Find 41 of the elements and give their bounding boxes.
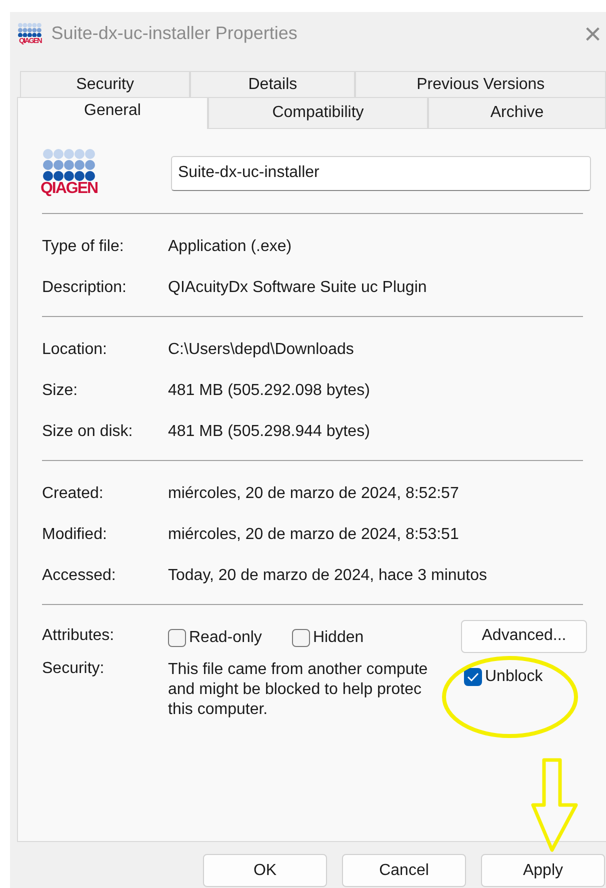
tab[interactable]: Details	[190, 71, 356, 99]
tab[interactable]: Archive	[428, 97, 606, 129]
checkbox[interactable]	[168, 628, 186, 646]
property-label: Type of file:	[42, 238, 125, 256]
dots-icon	[43, 149, 95, 181]
property-label: Accessed:	[42, 566, 117, 584]
dots-icon	[18, 22, 42, 38]
checkbox[interactable]	[464, 668, 482, 686]
property-label: Description:	[42, 278, 128, 296]
dialog-button[interactable]: Apply	[481, 854, 605, 887]
tab[interactable]: Previous Versions	[355, 71, 606, 99]
dialog-button[interactable]: OK	[203, 854, 327, 887]
property-value: C:\Users\depd\Downloads	[168, 340, 354, 358]
dialog-button[interactable]: Cancel	[342, 854, 466, 887]
property-value: Today, 20 de marzo de 2024, hace 3 minutos	[168, 566, 488, 584]
security-message: This file came from another compute and might be blocked to help protec this computer.	[168, 660, 428, 720]
tab[interactable]: Security	[20, 71, 190, 99]
property-label: Attributes:	[42, 627, 116, 645]
qiagen-logo: QIAGEN	[42, 149, 96, 197]
property-value: QIAcuityDx Software Suite uc Plugin	[168, 278, 427, 296]
property-label: Created:	[42, 484, 104, 502]
property-label: Modified:	[42, 526, 108, 544]
checkbox-label: Unblock	[485, 668, 543, 686]
checkbox-label: Hidden	[312, 628, 364, 646]
property-value: miércoles, 20 de marzo de 2024, 8:52:57	[168, 484, 459, 502]
checkbox-label: Read-only	[189, 628, 262, 646]
property-value: miércoles, 20 de marzo de 2024, 8:53:51	[168, 526, 459, 544]
advanced-button[interactable]: Advanced...	[461, 620, 587, 652]
checkbox[interactable]	[292, 628, 310, 646]
property-value: Application (.exe)	[168, 238, 292, 256]
property-label: Security:	[42, 660, 106, 679]
property-label: Size:	[42, 382, 79, 400]
checkmark-icon	[467, 672, 479, 682]
property-label: Size on disk:	[42, 422, 134, 440]
property-label: Location:	[42, 340, 108, 358]
property-value: 481 MB (505.298.944 bytes)	[168, 422, 370, 440]
window-title: Suite-dx-uc-installer Properties	[51, 23, 298, 44]
tab[interactable]: General	[17, 97, 208, 129]
name-field[interactable]: Suite-dx-uc-installer	[171, 156, 591, 190]
tab[interactable]: Compatibility	[208, 97, 428, 129]
property-value: 481 MB (505.292.098 bytes)	[168, 382, 370, 400]
